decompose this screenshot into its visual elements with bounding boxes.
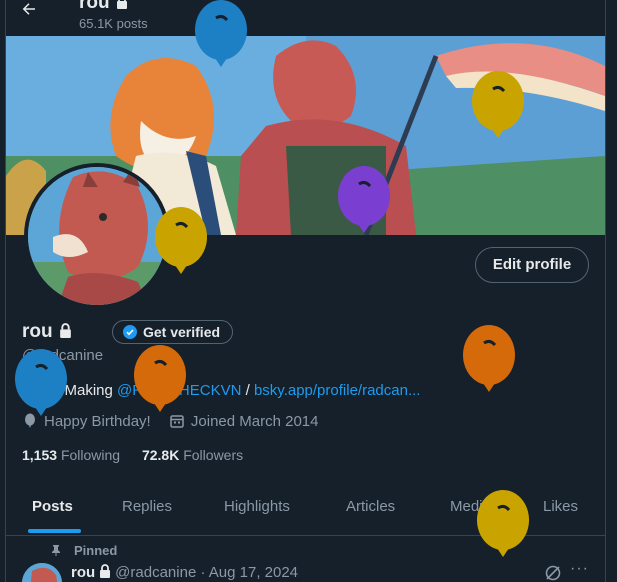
tweet-header: rou @radcanine · Aug 17, 2024 xyxy=(71,564,298,581)
header-name: rou xyxy=(79,0,110,13)
followers-link[interactable]: 72.8K Followers xyxy=(142,447,243,463)
balloon-icon xyxy=(337,166,391,239)
tab-highlights[interactable]: Highlights xyxy=(224,485,290,535)
tab-replies[interactable]: Replies xyxy=(122,485,172,535)
header-title: rou xyxy=(79,0,128,14)
back-arrow-icon[interactable] xyxy=(20,0,46,22)
pin-icon xyxy=(50,544,62,556)
get-verified-button[interactable]: Get verified xyxy=(112,320,234,344)
balloon-icon xyxy=(14,349,68,422)
tab-articles[interactable]: Articles xyxy=(346,485,395,535)
followers-label: Followers xyxy=(183,447,244,463)
tweet-handle-date[interactable]: @radcanine · Aug 17, 2024 xyxy=(115,564,298,581)
profile-avatar[interactable] xyxy=(24,163,170,309)
more-options-icon[interactable]: ··· xyxy=(570,560,589,578)
balloon-icon xyxy=(471,71,525,144)
balloon-icon xyxy=(154,207,208,280)
following-count: 1,153 xyxy=(22,447,58,463)
post-count: 65.1K posts xyxy=(79,16,148,31)
profile-name: rou xyxy=(22,321,72,343)
pinned-text: Pinned xyxy=(74,543,118,558)
follow-stats: 1,153 Following 72.8K Followers xyxy=(22,447,243,463)
balloon-icon xyxy=(194,0,248,73)
balloon-icon xyxy=(462,325,516,398)
balloon-icon xyxy=(476,490,530,563)
grok-icon[interactable] xyxy=(544,564,562,582)
get-verified-label: Get verified xyxy=(143,324,221,340)
balloon-icon xyxy=(133,345,187,418)
tweet-author-name[interactable]: rou xyxy=(71,564,95,581)
edit-profile-button[interactable]: Edit profile xyxy=(475,247,589,283)
profile-name-text: rou xyxy=(22,321,53,342)
joined-date: Joined March 2014 xyxy=(190,413,319,430)
profile-header: rou 65.1K posts xyxy=(6,0,605,36)
verified-badge-icon xyxy=(123,323,137,339)
lock-icon xyxy=(99,564,111,578)
lock-icon xyxy=(59,322,72,338)
following-link[interactable]: 1,153 Following xyxy=(22,447,120,463)
bio-separator: / xyxy=(241,382,254,399)
tab-likes[interactable]: Likes xyxy=(543,485,578,535)
pinned-label: Pinned xyxy=(50,543,117,558)
tab-posts[interactable]: Posts xyxy=(32,485,73,535)
bio-url-link[interactable]: bsky.app/profile/radcan... xyxy=(254,382,420,399)
following-label: Following xyxy=(60,447,121,463)
profile-bio: 中文 / Making @RAINCHECKVN / bsky.app/prof… xyxy=(22,379,420,400)
profile-page: rou 65.1K posts Edit profile rou Get ver… xyxy=(0,0,617,582)
active-tab-indicator xyxy=(28,529,81,533)
lock-icon xyxy=(116,0,128,9)
tweet-avatar[interactable] xyxy=(22,563,62,582)
followers-count: 72.8K xyxy=(141,447,180,463)
